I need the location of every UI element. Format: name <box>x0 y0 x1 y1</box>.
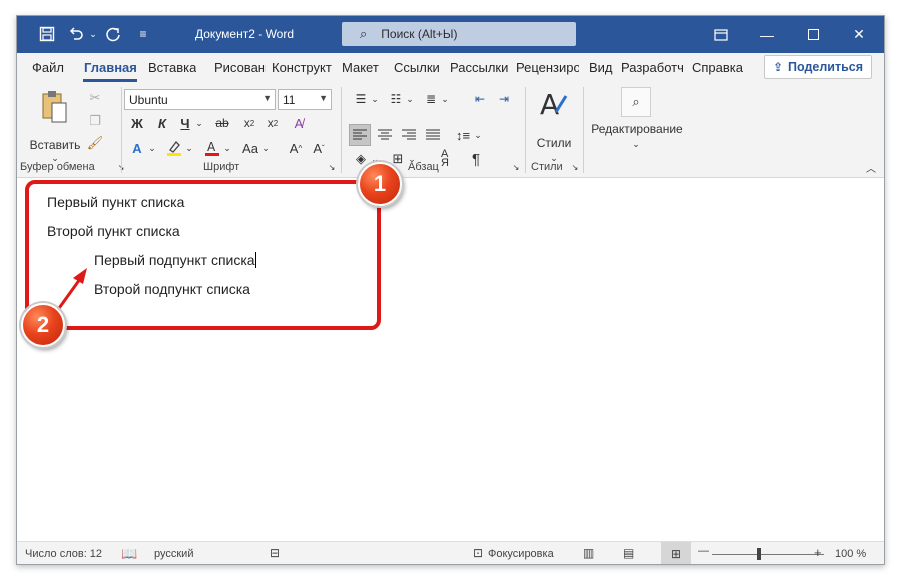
annotation-badge-1: 1 <box>358 162 402 206</box>
annotation-badge-2: 2 <box>21 303 65 347</box>
word-window: ⌄ ≡ Документ2 - Word ⌕ Поиск (Alt+Ы) — ✕… <box>16 15 885 565</box>
annotation-arrow <box>55 268 87 312</box>
